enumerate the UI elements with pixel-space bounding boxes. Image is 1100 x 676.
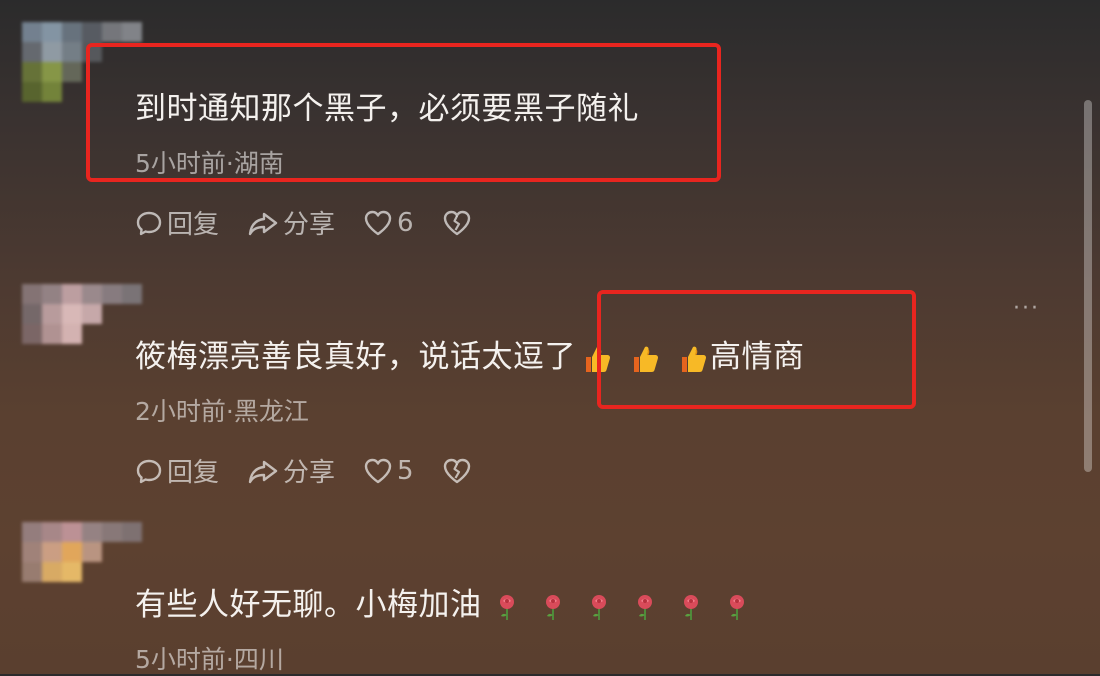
- comment-actions: 回复 分享 6: [135, 204, 472, 241]
- share-label: 分享: [283, 210, 336, 240]
- heart-icon: [364, 458, 392, 483]
- scrollbar[interactable]: [1084, 100, 1092, 472]
- rose-icon: [538, 592, 568, 622]
- avatar[interactable]: [22, 284, 142, 364]
- avatar[interactable]: [22, 522, 142, 602]
- share-arrow-icon: [248, 212, 278, 235]
- broken-heart-icon: [443, 210, 470, 235]
- rose-icon: [492, 592, 522, 622]
- reply-button[interactable]: 回复: [135, 452, 219, 489]
- dislike-button[interactable]: [442, 457, 472, 485]
- like-button[interactable]: 6: [363, 208, 414, 238]
- highlight-box-2: [597, 290, 916, 409]
- rose-icon: [722, 592, 752, 622]
- comment-bubble-icon: [136, 459, 162, 483]
- comment-text-main: 有些人好无聊。小梅加油: [135, 587, 482, 623]
- dislike-button[interactable]: [442, 209, 472, 237]
- share-button[interactable]: 分享: [247, 204, 335, 241]
- emoji-row: [492, 592, 752, 622]
- share-label: 分享: [283, 458, 336, 488]
- share-arrow-icon: [248, 460, 278, 483]
- rose-icon: [676, 592, 706, 622]
- more-options-icon[interactable]: ···: [1013, 296, 1040, 321]
- reply-label: 回复: [167, 210, 220, 240]
- comment-meta: 2小时前·黑龙江: [135, 397, 309, 426]
- comment-meta: 5小时前·四川: [135, 645, 284, 674]
- comment-actions: 回复 分享 5: [135, 452, 472, 489]
- like-button[interactable]: 5: [363, 456, 414, 486]
- comment-text-main: 筱梅漂亮善良真好，说话太逗了: [135, 339, 576, 375]
- broken-heart-icon: [443, 458, 470, 483]
- reply-label: 回复: [167, 458, 220, 488]
- comment-bubble-icon: [136, 211, 162, 235]
- share-button[interactable]: 分享: [247, 452, 335, 489]
- like-count: 6: [397, 207, 414, 238]
- reply-button[interactable]: 回复: [135, 204, 219, 241]
- heart-icon: [364, 210, 392, 235]
- rose-icon: [630, 592, 660, 622]
- like-count: 5: [397, 455, 414, 486]
- comment-text: 有些人好无聊。小梅加油: [135, 586, 752, 624]
- rose-icon: [584, 592, 614, 622]
- highlight-box-1: [86, 43, 721, 182]
